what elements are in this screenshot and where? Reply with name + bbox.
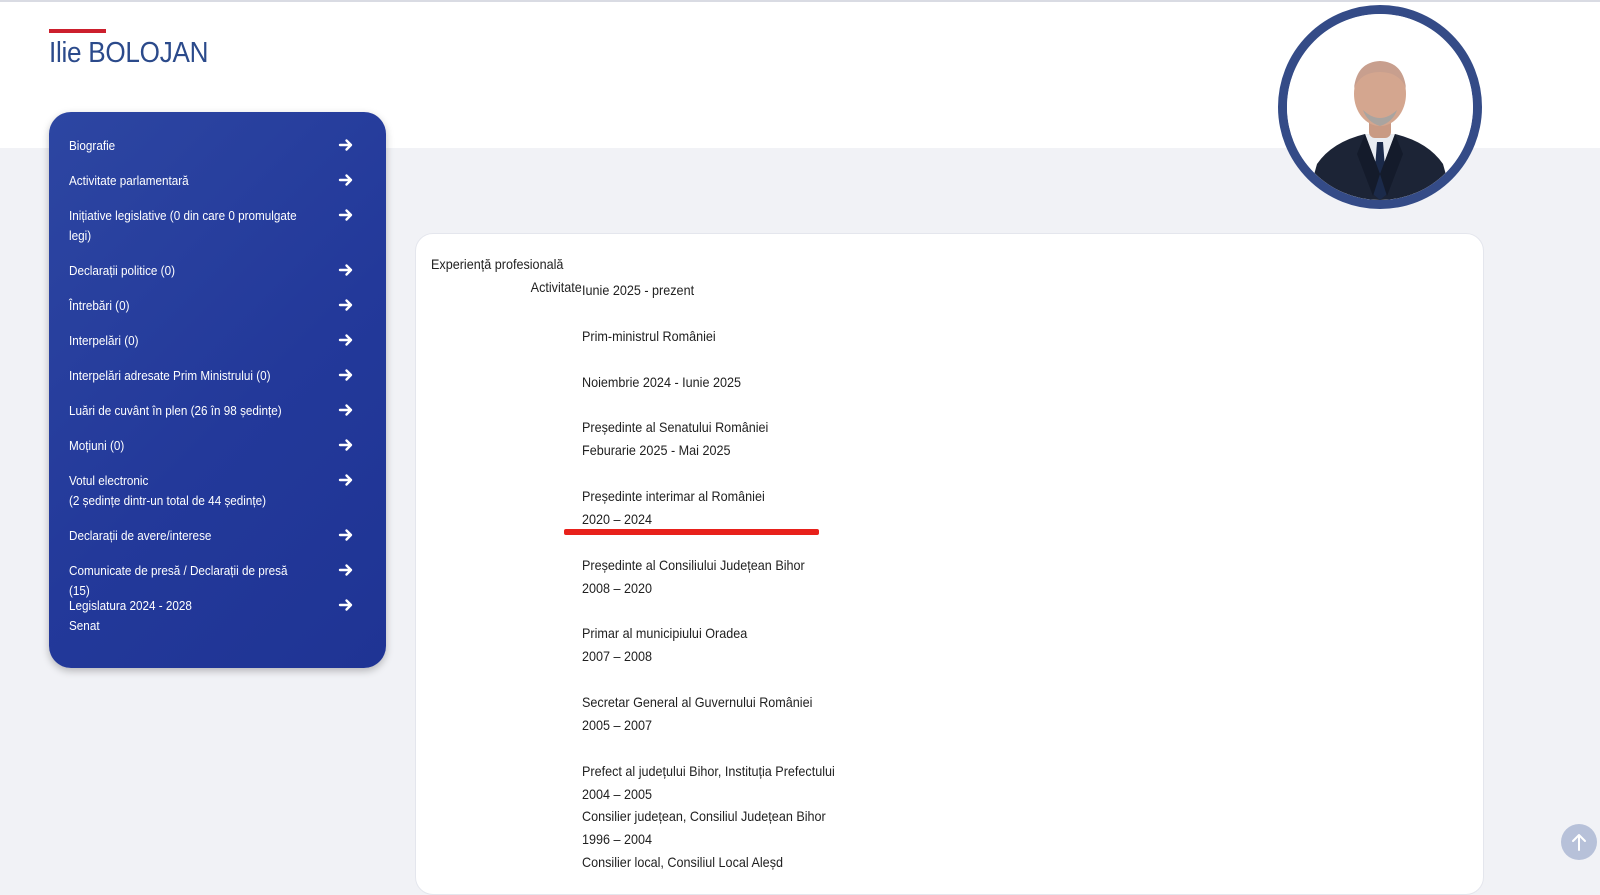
sidebar-item-label: Interpelări (0) bbox=[69, 333, 139, 348]
sidebar-item-label: Întrebări (0) bbox=[69, 298, 130, 313]
activity-line: 2004 – 2005 bbox=[582, 785, 653, 802]
activity-line bbox=[582, 462, 835, 485]
arrow-right-icon bbox=[338, 137, 354, 153]
arrow-right-icon bbox=[338, 297, 354, 313]
sidebar-item-label: Declarații politice (0) bbox=[69, 263, 175, 278]
sidebar-item-comunicate-de-presa[interactable]: Comunicate de presă / Declarații de pres… bbox=[49, 561, 386, 598]
arrow-right-icon bbox=[338, 172, 354, 188]
sidebar-item-label: Moțiuni (0) bbox=[69, 438, 125, 453]
row-label-activitate: Activitate bbox=[530, 279, 582, 295]
sidebar-item-declaratii-avere[interactable]: Declarații de avere/interese bbox=[49, 526, 386, 561]
sidebar-item-initiative-legislative[interactable]: Inițiative legislative (0 din care 0 pro… bbox=[49, 206, 386, 261]
activity-line: 2008 – 2020 bbox=[582, 579, 653, 596]
page-title: Ilie BOLOJAN bbox=[49, 37, 209, 69]
sidebar-item-legislatura[interactable]: Legislatura 2024 - 2028 Senat bbox=[49, 596, 386, 651]
activity-line: Consilier județean, Consiliul Județean B… bbox=[582, 808, 826, 825]
sidebar-nav: Biografie Activitate parlamentară Iniția… bbox=[49, 112, 386, 668]
activity-line: Secretar General al Guvernului României bbox=[582, 694, 813, 711]
sidebar-item-activitate-parlamentara[interactable]: Activitate parlamentară bbox=[49, 171, 386, 206]
sidebar-item-votul-electronic[interactable]: Votul electronic (2 ședințe dintr-un tot… bbox=[49, 471, 386, 526]
section-label-experienta: Experiență profesională bbox=[431, 256, 564, 272]
activity-line: 1996 – 2004 bbox=[582, 831, 653, 848]
sidebar-item-label: Interpelări adresate Prim Ministrului (0… bbox=[69, 368, 271, 383]
portrait-photo bbox=[1287, 14, 1473, 200]
sidebar-item-biografie[interactable]: Biografie bbox=[49, 136, 386, 171]
back-to-top-button[interactable] bbox=[1561, 824, 1597, 860]
arrow-right-icon bbox=[338, 562, 354, 578]
sidebar-item-declaratii-politice[interactable]: Declarații politice (0) bbox=[49, 261, 386, 296]
activity-line bbox=[582, 668, 835, 691]
activity-line bbox=[582, 737, 835, 760]
activity-line: Președinte al Consiliului Județean Bihor bbox=[582, 556, 805, 573]
activity-line bbox=[582, 599, 835, 622]
activity-line: 2020 – 2024 bbox=[582, 510, 653, 527]
activity-list: Iunie 2025 - prezent Prim-ministrul Româ… bbox=[582, 279, 863, 874]
arrow-right-icon bbox=[338, 437, 354, 453]
activity-line bbox=[582, 302, 835, 325]
arrow-right-icon bbox=[338, 367, 354, 383]
sidebar-item-interpelari-prim-ministru[interactable]: Interpelări adresate Prim Ministrului (0… bbox=[49, 366, 386, 401]
sidebar-item-label: Votul electronic (2 ședințe dintr-un tot… bbox=[69, 473, 267, 508]
sidebar-item-label: Comunicate de presă / Declarații de pres… bbox=[69, 563, 288, 598]
activity-line: Primar al municipiului Oradea bbox=[582, 625, 748, 642]
sidebar-item-label: Luări de cuvânt în plen (26 în 98 ședinț… bbox=[69, 403, 282, 418]
activity-line bbox=[582, 348, 835, 371]
arrow-right-icon bbox=[338, 597, 354, 613]
activity-line: Feburarie 2025 - Mai 2025 bbox=[582, 442, 731, 459]
activity-line: Președinte al Senatului României bbox=[582, 419, 769, 436]
avatar bbox=[1278, 5, 1482, 209]
activity-line: Iunie 2025 - prezent bbox=[582, 282, 695, 298]
sidebar-item-label: Inițiative legislative (0 din care 0 pro… bbox=[69, 208, 297, 243]
arrow-right-icon bbox=[338, 332, 354, 348]
activity-line: Prefect al județului Bihor, Instituția P… bbox=[582, 762, 835, 779]
activity-line: Prim-ministrul României bbox=[582, 327, 716, 344]
sidebar-item-intrebari[interactable]: Întrebări (0) bbox=[49, 296, 386, 331]
sidebar-item-label: Activitate parlamentară bbox=[69, 173, 189, 188]
title-accent-bar bbox=[49, 29, 106, 33]
sidebar-item-luari-de-cuvant[interactable]: Luări de cuvânt în plen (26 în 98 ședinț… bbox=[49, 401, 386, 436]
activity-line: 2007 – 2008 bbox=[582, 648, 653, 665]
arrow-right-icon bbox=[338, 207, 354, 223]
highlight-underline bbox=[564, 529, 819, 535]
activity-line: Noiembrie 2024 - Iunie 2025 bbox=[582, 373, 742, 390]
sidebar-item-motiuni[interactable]: Moțiuni (0) bbox=[49, 436, 386, 471]
activity-line: Președinte interimar al României bbox=[582, 488, 765, 505]
sidebar-item-label: Biografie bbox=[69, 138, 116, 153]
sidebar-item-label: Legislatura 2024 - 2028 Senat bbox=[69, 598, 192, 633]
sidebar-item-label: Declarații de avere/interese bbox=[69, 528, 212, 543]
profile-content-card: Experiență profesională Activitate Iunie… bbox=[415, 233, 1484, 895]
arrow-right-icon bbox=[338, 527, 354, 543]
arrow-right-icon bbox=[338, 402, 354, 418]
activity-line bbox=[582, 393, 835, 416]
arrow-right-icon bbox=[338, 472, 354, 488]
arrow-up-icon bbox=[1572, 834, 1586, 851]
activity-line: 2005 – 2007 bbox=[582, 716, 653, 733]
sidebar-item-interpelari[interactable]: Interpelări (0) bbox=[49, 331, 386, 366]
activity-line: Consilier local, Consiliul Local Aleșd bbox=[582, 854, 784, 871]
arrow-right-icon bbox=[338, 262, 354, 278]
